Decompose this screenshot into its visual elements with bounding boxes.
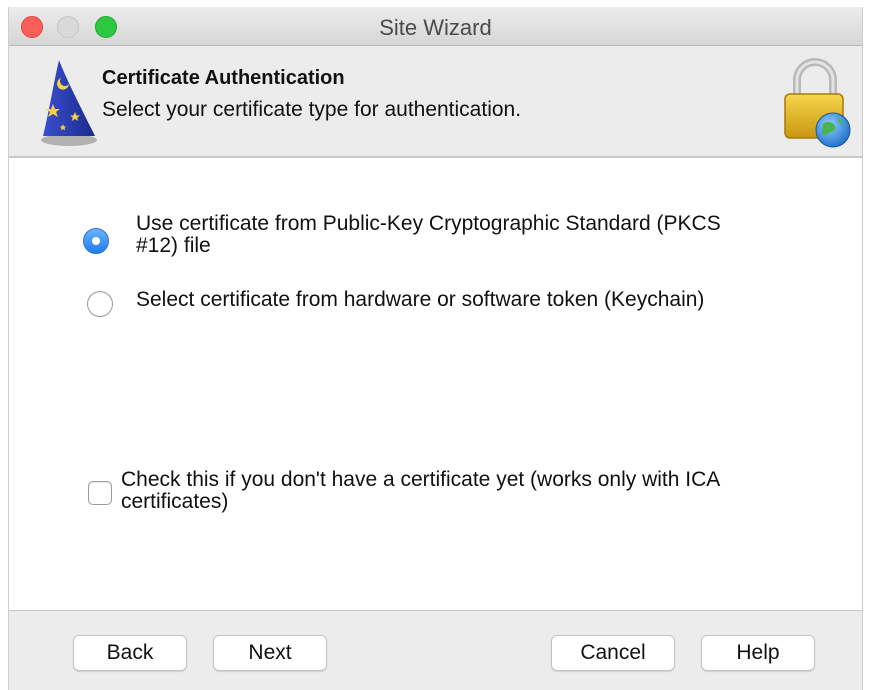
- wizard-footer: Back Next Cancel Help: [9, 610, 862, 690]
- pkcs12-radio[interactable]: [83, 228, 109, 254]
- no-certificate-line2: certificates): [121, 490, 229, 513]
- cancel-button[interactable]: Cancel: [551, 635, 675, 671]
- header-title: Certificate Authentication: [102, 67, 345, 89]
- help-button[interactable]: Help: [701, 635, 815, 671]
- no-certificate-line1: Check this if you don't have a certifica…: [121, 468, 721, 491]
- title-bar[interactable]: Site Wizard: [9, 7, 862, 46]
- keychain-radio[interactable]: [87, 291, 113, 317]
- site-wizard-window: Site Wizard Certificate Authentication S…: [8, 7, 863, 690]
- wizard-hat-icon: [41, 60, 97, 146]
- wizard-header: Certificate Authentication Select your c…: [9, 46, 862, 158]
- padlock-globe-icon: [784, 58, 851, 148]
- no-certificate-checkbox[interactable]: [88, 481, 112, 505]
- keychain-option-label[interactable]: Select certificate from hardware or soft…: [136, 289, 704, 311]
- back-button[interactable]: Back: [73, 635, 187, 671]
- next-button[interactable]: Next: [213, 635, 327, 671]
- pkcs12-option-label[interactable]: Use certificate from Public-Key Cryptogr…: [136, 213, 721, 257]
- window-title: Site Wizard: [379, 15, 492, 40]
- no-certificate-label[interactable]: Check this if you don't have a certifica…: [121, 469, 720, 513]
- pkcs12-option-line1: Use certificate from Public-Key Cryptogr…: [136, 212, 721, 235]
- header-subtitle: Select your certificate type for authent…: [102, 98, 522, 121]
- pkcs12-option-line2: #12) file: [136, 234, 211, 257]
